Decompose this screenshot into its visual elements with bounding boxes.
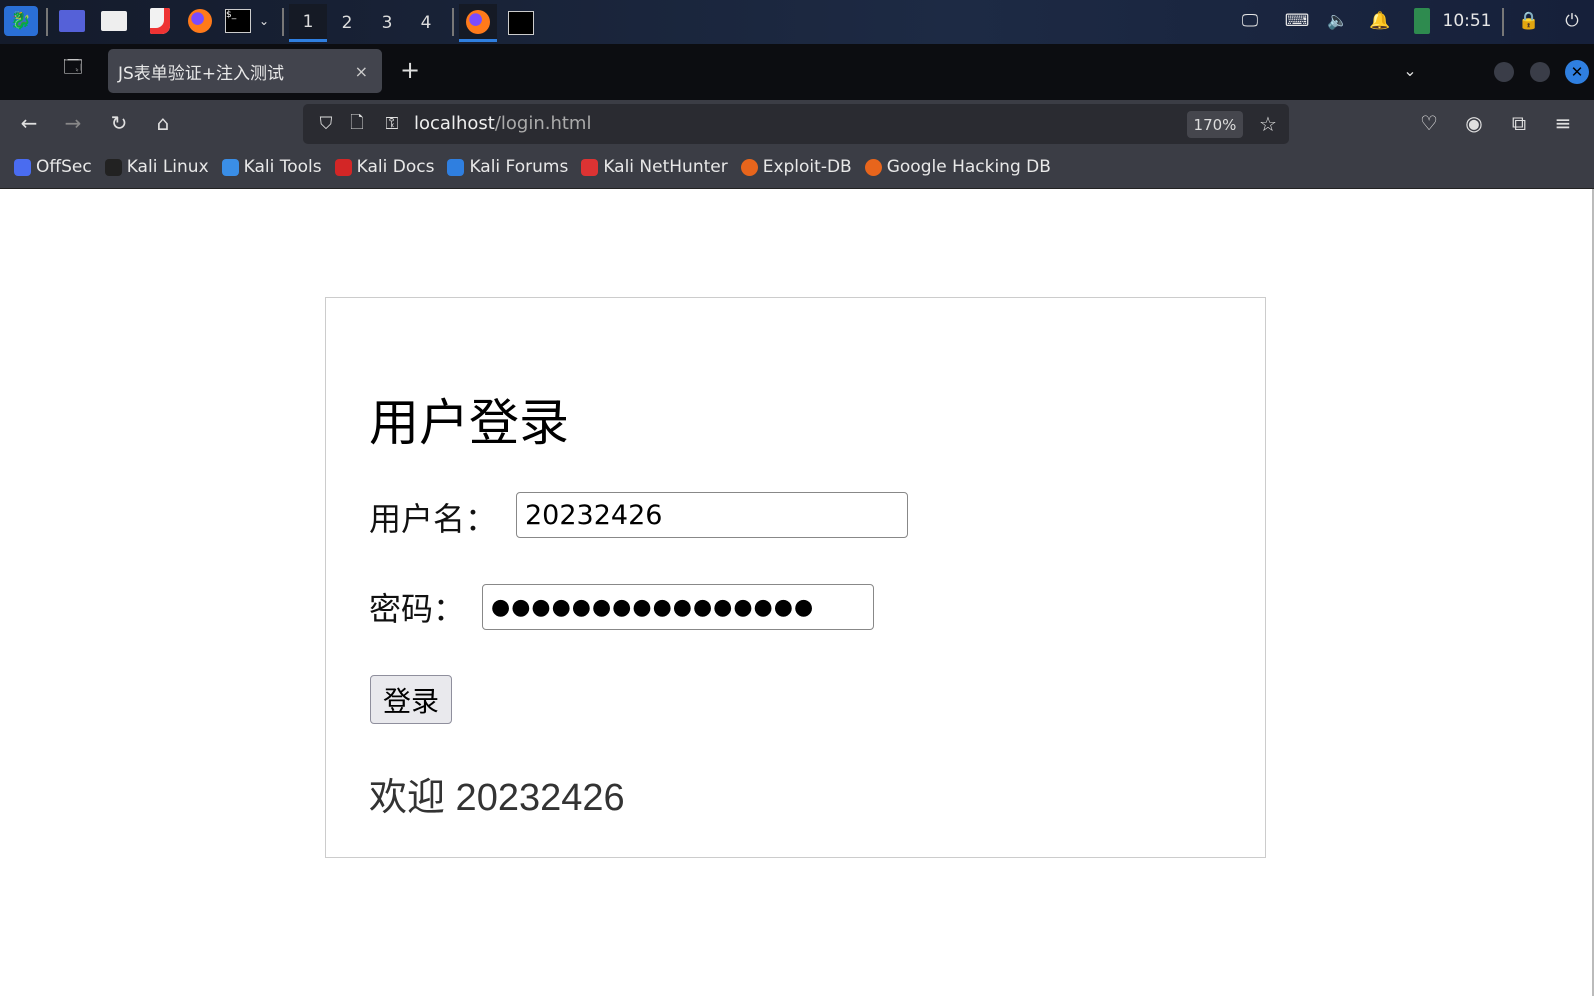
system-taskbar: 🐉 $_ ⌄ 1 2 3 4 🖵 ⌨ 🔈 🔔 10:51 🔒 ⏻	[0, 0, 1594, 44]
navigation-toolbar: ← → ↻ ⌂ ⛉ 🗋 ⚿ localhost/login.html 170% …	[0, 100, 1594, 146]
window-close-button[interactable]: ✕	[1565, 60, 1589, 84]
bookmark-star-icon[interactable]: ☆	[1253, 109, 1283, 139]
lock-icon[interactable]: 🔒	[1515, 6, 1543, 36]
account-icon[interactable]: ◉	[1459, 108, 1489, 138]
clock[interactable]: 10:51	[1442, 6, 1492, 36]
workspace-2[interactable]: 2	[328, 4, 366, 42]
offsec-icon	[14, 158, 31, 176]
kali-tools-icon	[221, 158, 239, 176]
maximize-button[interactable]	[1530, 62, 1550, 82]
divider	[46, 8, 48, 36]
url-bar[interactable]: ⛉ 🗋 ⚿ localhost/login.html 170% ☆	[303, 104, 1289, 144]
minimize-button[interactable]	[1494, 62, 1514, 82]
back-button[interactable]: ←	[14, 108, 44, 138]
chevron-down-icon[interactable]: ⌄	[256, 6, 272, 36]
volume-icon[interactable]: 🔈	[1324, 6, 1352, 36]
kali-icon	[104, 158, 122, 176]
tab-bar: 🗔 JS表单验证+注入测试 × + ⌄ ✕	[0, 44, 1594, 100]
key-icon[interactable]: ⚿	[377, 109, 407, 139]
bookmark-kali-linux[interactable]: Kali Linux	[104, 157, 209, 177]
bookmark-kali-nethunter[interactable]: Kali NetHunter	[581, 157, 728, 177]
bookmark-google-hacking-db[interactable]: Google Hacking DB	[864, 157, 1051, 177]
bookmark-kali-tools[interactable]: Kali Tools	[221, 157, 322, 177]
tab-title: JS表单验证+注入测试	[118, 63, 285, 84]
bookmark-offsec[interactable]: OffSec	[14, 157, 92, 177]
url-text[interactable]: localhost/login.html	[414, 113, 591, 134]
battery-icon[interactable]	[1412, 6, 1432, 36]
exploit-db-icon	[740, 158, 758, 176]
logout-icon[interactable]: ⏻	[1558, 6, 1586, 36]
taskbar-firefox-window[interactable]	[459, 4, 497, 42]
kali-forums-icon	[447, 158, 465, 176]
username-label: 用户名：	[369, 500, 498, 538]
divider	[1502, 8, 1504, 36]
terminal-icon[interactable]: $_	[224, 6, 252, 36]
welcome-message: 欢迎 20232426	[369, 777, 625, 819]
username-input[interactable]	[516, 492, 908, 538]
zoom-level-button[interactable]: 170%	[1187, 111, 1243, 138]
page-title: 用户登录	[369, 394, 569, 452]
pocket-icon[interactable]: ♡	[1414, 108, 1444, 138]
page-info-icon[interactable]: 🗋	[342, 109, 372, 139]
tab-list-chevron-icon[interactable]: ⌄	[1395, 55, 1425, 85]
login-form-container: 用户登录 用户名： 密码： ●●●●●●●●●●●●●●●● 登录 欢迎 202…	[325, 297, 1266, 858]
file-manager-icon[interactable]	[100, 6, 128, 36]
forward-button[interactable]: →	[58, 108, 88, 138]
firefox-icon[interactable]	[186, 6, 214, 36]
menu-icon[interactable]: ≡	[1548, 108, 1578, 138]
password-input[interactable]: ●●●●●●●●●●●●●●●●	[482, 584, 874, 630]
shield-icon[interactable]: ⛉	[311, 109, 341, 139]
ghdb-icon	[864, 158, 882, 176]
new-tab-button[interactable]: +	[395, 55, 425, 85]
login-button[interactable]: 登录	[370, 675, 452, 724]
text-editor-icon[interactable]	[146, 6, 174, 36]
bookmark-kali-docs[interactable]: Kali Docs	[334, 157, 434, 177]
taskbar-terminal-window[interactable]	[502, 4, 540, 42]
notification-bell-icon[interactable]: 🔔	[1366, 6, 1394, 36]
desktop-icon[interactable]	[58, 6, 86, 36]
bookmark-exploit-db[interactable]: Exploit-DB	[740, 157, 852, 177]
home-button[interactable]: ⌂	[148, 108, 178, 138]
divider	[282, 8, 284, 36]
workspace-1[interactable]: 1	[289, 4, 327, 42]
kali-menu-icon[interactable]: 🐉	[4, 6, 38, 36]
nethunter-icon	[581, 158, 599, 176]
password-label: 密码：	[369, 590, 466, 628]
tab-close-icon[interactable]: ×	[355, 62, 368, 81]
browser-tab[interactable]: JS表单验证+注入测试 ×	[108, 49, 382, 93]
workspace-3[interactable]: 3	[368, 4, 406, 42]
extensions-icon[interactable]: ⧉	[1504, 108, 1534, 138]
workspace-4[interactable]: 4	[407, 4, 445, 42]
kali-docs-icon	[334, 158, 352, 176]
reload-button[interactable]: ↻	[104, 108, 134, 138]
bookmark-kali-forums[interactable]: Kali Forums	[447, 157, 568, 177]
network-icon[interactable]: 🖵	[1236, 6, 1264, 36]
keyboard-icon[interactable]: ⌨	[1282, 6, 1312, 36]
divider	[452, 8, 454, 36]
tab-overview-icon[interactable]: 🗔	[58, 55, 88, 85]
bookmarks-toolbar: OffSec Kali Linux Kali Tools Kali Docs K…	[0, 146, 1594, 189]
